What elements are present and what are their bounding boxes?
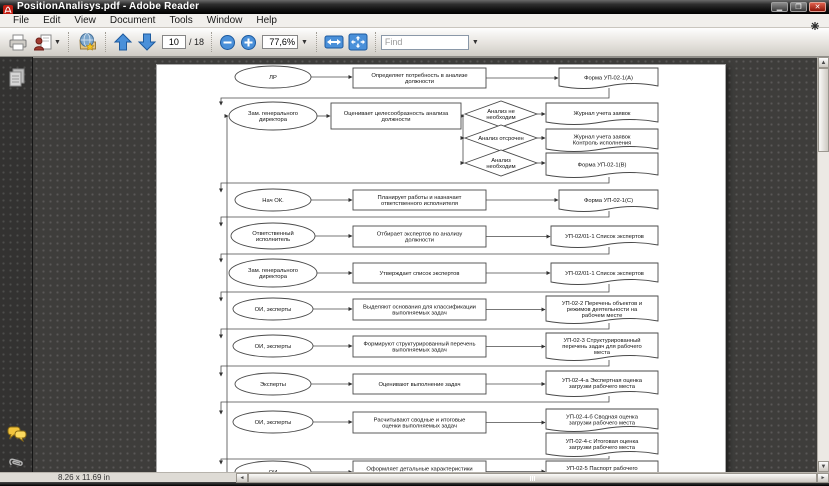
previous-page-button[interactable]: [111, 31, 135, 53]
flow-action-label: должности: [382, 117, 411, 123]
page-dimensions-label: 8.26 x 11.69 in: [58, 473, 110, 482]
fit-width-button[interactable]: [322, 32, 346, 52]
find-dropdown-button[interactable]: ▼: [469, 39, 482, 46]
title-bar[interactable]: PositionAnalisys.pdf - Adobe Reader ▁ ❐ …: [0, 0, 829, 15]
flow-doc-label: места: [594, 350, 611, 356]
zoom-level-input[interactable]: [261, 35, 298, 49]
menu-item-document[interactable]: Document: [103, 14, 163, 28]
toolbar-separator: [67, 32, 69, 52]
pages-panel-button[interactable]: [0, 67, 33, 87]
flow-doc-label: Контроль исполнения: [573, 141, 632, 147]
navigation-pane: [0, 57, 33, 472]
scroll-down-button[interactable]: ▼: [818, 461, 829, 472]
flow-action-label: выполняемых задач: [392, 348, 446, 354]
toolbar-separator: [104, 32, 106, 52]
flow-doc-label: рабочем месте: [582, 313, 623, 319]
flow-action-label: Оценивают выполнение задач: [378, 382, 460, 388]
menu-item-edit[interactable]: Edit: [36, 14, 67, 28]
zoom-dropdown-button[interactable]: ▼: [298, 39, 311, 46]
flow-condition-label: необходим: [486, 115, 515, 121]
horizontal-scrollbar[interactable]: ◄ ►: [236, 473, 829, 483]
flow-doc-label: УП-02-3 Структурированный: [563, 337, 640, 344]
flow-action-label: ответственного исполнителя: [381, 201, 458, 207]
main-area: Форма УП-02-1(А) ЛР Определяет потребность…: [0, 57, 829, 472]
menu-decoration-icon: [811, 17, 819, 35]
flow-role-label: директора: [259, 274, 288, 280]
attachments-panel-button[interactable]: [0, 450, 33, 468]
scroll-left-button[interactable]: ◄: [236, 473, 248, 483]
flow-doc-label: загрузки рабочего места: [569, 445, 636, 451]
flow-role-label: Нач ОК.: [262, 198, 284, 204]
toolbar: ▼ / 18 ▼: [0, 28, 829, 57]
menu-item-tools[interactable]: Tools: [162, 14, 199, 28]
flow-condition-label: Анализ отсрочен: [478, 136, 524, 142]
pdf-page: Форма УП-02-1(А) ЛР Определяет потребность…: [156, 64, 726, 472]
window-title: PositionAnalisys.pdf - Adobe Reader: [17, 1, 200, 12]
page-number-input[interactable]: [161, 35, 186, 49]
toolbar-separator: [315, 32, 317, 52]
menu-item-view[interactable]: View: [67, 14, 103, 28]
next-page-button[interactable]: [135, 31, 159, 53]
flow-role-label: ОИ, эксперты: [255, 420, 292, 426]
flow-role-label: директора: [259, 117, 288, 123]
flow-doc-label: Форма УП-02-1(А): [584, 76, 633, 82]
flow-role-label: ЛР: [269, 75, 277, 81]
menu-item-help[interactable]: Help: [249, 14, 284, 28]
flowchart-diagram: Форма УП-02-1(А)ЛР Определяет потребность…: [219, 65, 659, 472]
zoom-out-button[interactable]: [217, 33, 238, 52]
flow-doc-label: загрузки рабочего места: [569, 384, 636, 390]
flow-role-label: исполнитель: [256, 237, 290, 243]
adobe-reader-window: PositionAnalisys.pdf - Adobe Reader ▁ ❐ …: [0, 0, 829, 486]
email-dropdown-arrow-icon: ▼: [54, 38, 61, 46]
flow-feedback-line: [224, 114, 229, 472]
flow-doc-label: УП-02/01-1 Список экспертов: [565, 234, 644, 240]
flow-role-label: ОИ, эксперты: [255, 344, 292, 350]
vertical-scroll-track[interactable]: [818, 152, 829, 461]
flow-doc-label: Журнал учета заявок: [574, 111, 631, 117]
flow-doc-label: Форма УП-02-1(В): [578, 163, 627, 169]
vertical-scroll-thumb[interactable]: [818, 68, 829, 152]
minimize-button[interactable]: ▁: [771, 2, 788, 12]
flow-condition-label: необходим: [486, 164, 515, 170]
status-bar: 8.26 x 11.69 in ◄ ►: [0, 472, 829, 483]
flow-action-label: выполняемых задач: [392, 311, 446, 317]
email-review-button[interactable]: ▼: [31, 32, 63, 53]
flow-action-label: оценки выполняемых задач: [382, 424, 457, 430]
menu-bar: File Edit View Document Tools Window Help: [0, 14, 829, 30]
collaborate-button[interactable]: [74, 31, 100, 53]
close-button[interactable]: ✕: [809, 2, 826, 12]
menu-item-file[interactable]: File: [6, 14, 36, 28]
flow-action-label: Утверждает список экспертов: [379, 271, 459, 277]
scroll-right-button[interactable]: ►: [817, 473, 829, 483]
document-viewport[interactable]: Форма УП-02-1(А) ЛР Определяет потребность…: [33, 57, 817, 472]
flow-role-label: ОИ, эксперты: [255, 307, 292, 313]
find-input[interactable]: [380, 34, 469, 50]
restore-button[interactable]: ❐: [790, 2, 807, 12]
flow-doc-label: загрузки рабочего места: [569, 421, 636, 427]
vertical-scrollbar[interactable]: ▲ ▼: [817, 57, 829, 472]
scroll-up-button[interactable]: ▲: [818, 57, 829, 68]
flow-action-label: должности: [405, 238, 434, 244]
flow-doc-label: Форма УП-02-1(С): [584, 198, 633, 204]
adobe-reader-icon: [3, 2, 13, 15]
print-button[interactable]: [5, 32, 31, 53]
toolbar-separator: [210, 32, 212, 52]
toolbar-separator: [374, 32, 376, 52]
menu-item-window[interactable]: Window: [200, 14, 250, 28]
flow-role-label: Ответственный: [252, 230, 293, 237]
zoom-in-button[interactable]: [238, 33, 259, 52]
flow-action-label: должности: [405, 79, 434, 85]
horizontal-scroll-thumb[interactable]: [248, 473, 817, 483]
flow-role-label: Эксперты: [260, 382, 286, 388]
comments-panel-button[interactable]: [0, 425, 33, 442]
flow-action-label: Формируют структурированный перечень: [363, 341, 475, 348]
page-count-label: / 18: [188, 37, 204, 47]
flow-doc-label: УП-02/01-1 Список экспертов: [565, 271, 644, 277]
fit-page-button[interactable]: [346, 32, 370, 52]
